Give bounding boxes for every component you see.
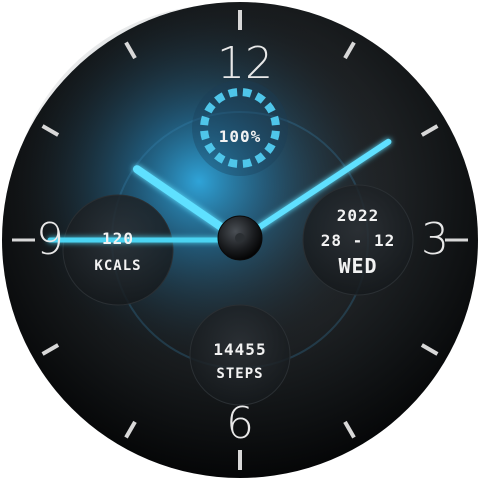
numeral-12: 12: [217, 38, 273, 89]
battery-segment: [242, 158, 253, 168]
battery-segment: [227, 88, 238, 98]
numeral-6: 6: [226, 398, 254, 449]
battery-segment: [214, 152, 226, 164]
center-pin: [235, 233, 245, 243]
steps-value: 14455: [213, 340, 267, 359]
numeral-3: 3: [421, 214, 449, 265]
date-year: 2022: [336, 206, 380, 225]
battery-segment: [242, 88, 253, 98]
battery-segment: [264, 102, 276, 114]
battery-segment: [254, 152, 266, 164]
steps-unit: STEPS: [216, 366, 264, 382]
battery-segment: [214, 92, 226, 104]
battery-segment: [254, 92, 266, 104]
battery-segment: [270, 115, 280, 126]
calories-unit: KCALS: [94, 258, 142, 274]
date-weekday: WED: [338, 254, 378, 278]
battery-segment: [227, 158, 238, 168]
numeral-9: 9: [36, 214, 64, 265]
calories-value: 120: [102, 229, 134, 248]
battery-segment: [200, 115, 210, 126]
battery-percent: 100%: [218, 127, 262, 146]
date-day-month: 28 - 12: [320, 231, 396, 250]
battery-segment: [204, 102, 216, 114]
